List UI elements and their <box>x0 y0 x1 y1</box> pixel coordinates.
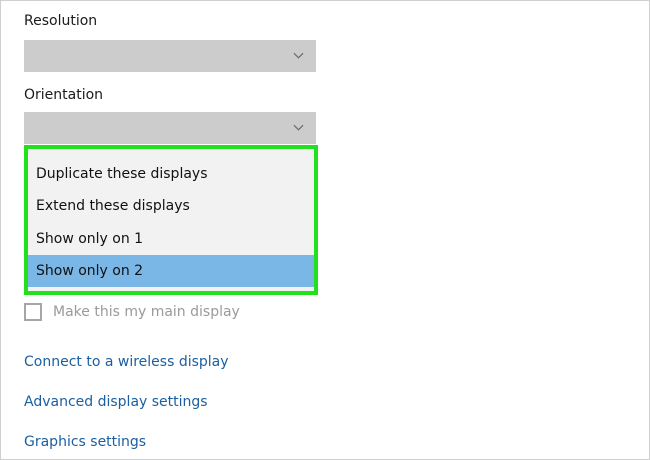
graphics-settings-link[interactable]: Graphics settings <box>24 434 146 450</box>
chevron-down-icon <box>293 52 304 59</box>
settings-panel: Resolution Orientation Duplicate these d… <box>0 0 650 460</box>
orientation-label: Orientation <box>24 87 104 103</box>
orientation-dropdown[interactable] <box>24 112 316 144</box>
resolution-dropdown[interactable] <box>24 40 316 72</box>
chevron-down-icon <box>293 124 304 131</box>
option-show-only-on-1[interactable]: Show only on 1 <box>28 223 314 255</box>
connect-wireless-display-link[interactable]: Connect to a wireless display <box>24 354 229 370</box>
resolution-label: Resolution <box>24 13 98 29</box>
option-duplicate-displays[interactable]: Duplicate these displays <box>28 158 314 190</box>
option-extend-displays[interactable]: Extend these displays <box>28 190 314 222</box>
multiple-displays-dropdown-list: Duplicate these displays Extend these di… <box>24 145 318 295</box>
advanced-display-settings-link[interactable]: Advanced display settings <box>24 394 208 410</box>
option-show-only-on-2[interactable]: Show only on 2 <box>28 255 314 287</box>
main-display-checkbox-label: Make this my main display <box>53 304 240 320</box>
main-display-checkbox-row[interactable]: Make this my main display <box>24 301 240 323</box>
main-display-checkbox[interactable] <box>24 303 42 321</box>
